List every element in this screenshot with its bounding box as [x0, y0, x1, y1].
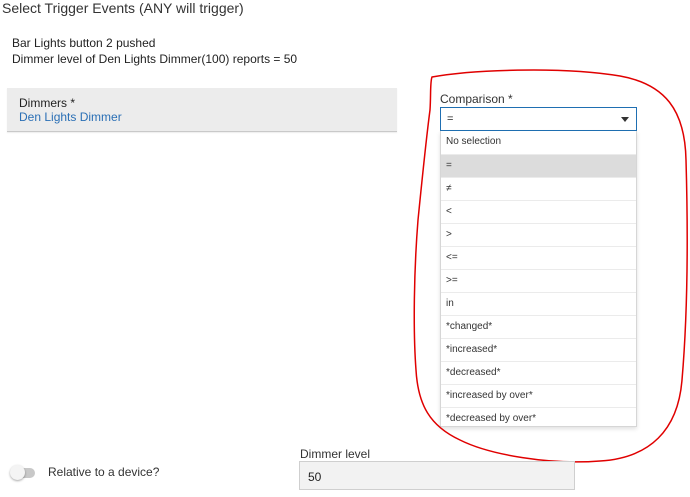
relative-device-label: Relative to a device? — [48, 465, 160, 479]
toggle-knob-icon[interactable] — [10, 465, 25, 480]
dimmer-level-input[interactable]: 50 — [299, 461, 575, 490]
red-circle-annotation — [413, 69, 688, 463]
dimmer-level-value: 50 — [308, 470, 322, 484]
dimmer-level-label: Dimmer level — [300, 447, 371, 461]
